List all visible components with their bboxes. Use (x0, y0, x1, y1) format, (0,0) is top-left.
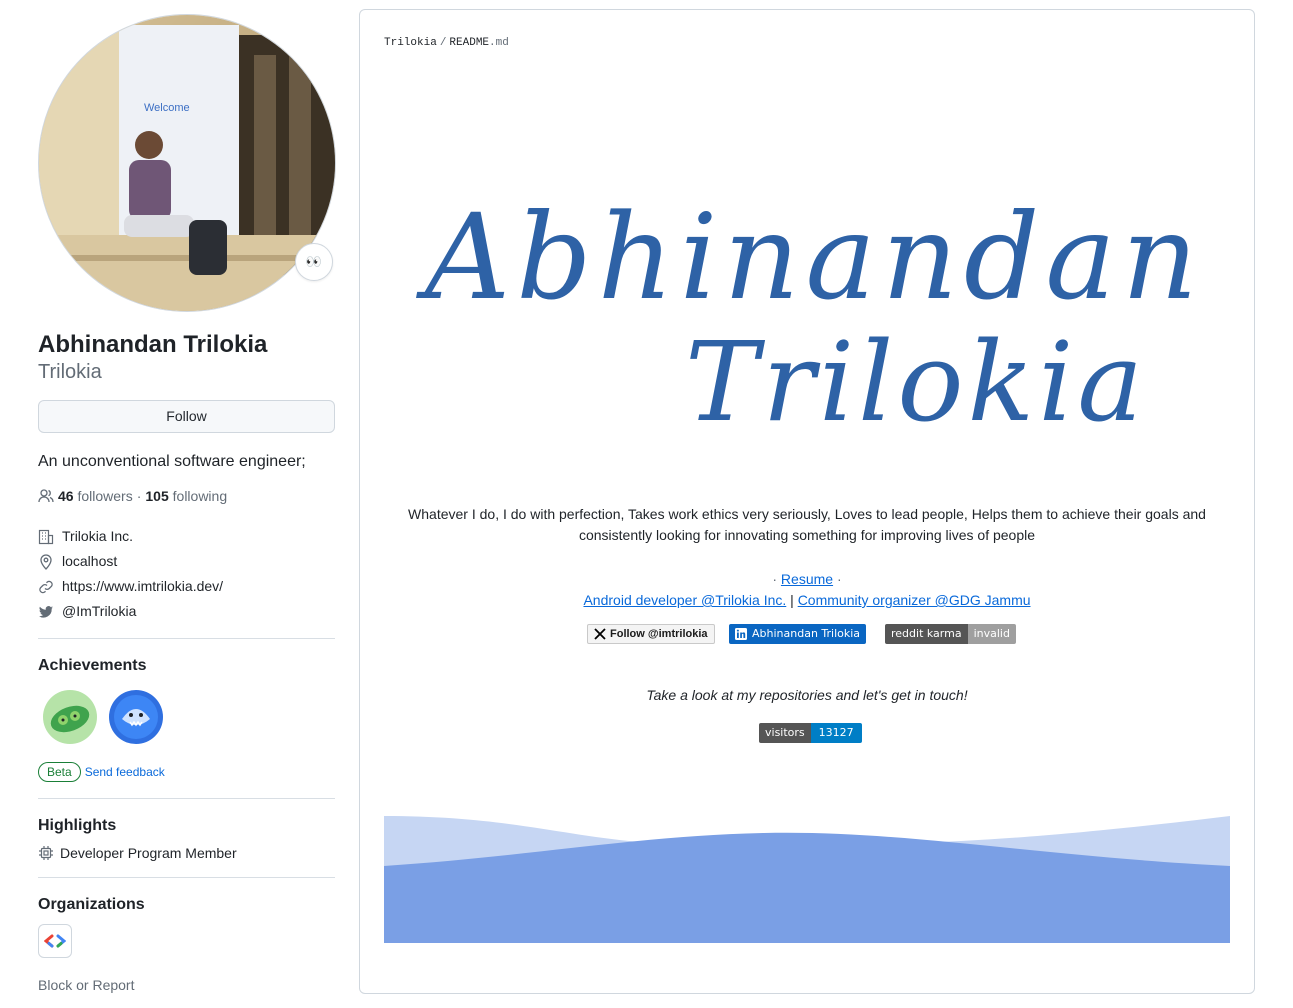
highlight-label: Developer Program Member (60, 845, 237, 861)
linkedin-icon (735, 628, 747, 640)
readme-owner-link[interactable]: Trilokia (384, 37, 437, 49)
beta-badge: Beta (38, 762, 81, 782)
x-follow-badge[interactable]: Follow @imtrilokia (587, 624, 715, 644)
send-feedback-link[interactable]: Send feedback (85, 765, 165, 779)
pair-extraordinaire-icon[interactable] (42, 689, 98, 745)
reddit-karma-badge[interactable]: reddit karma invalid (885, 624, 1016, 644)
waves-footer-image (384, 816, 1230, 943)
community-organizer-link[interactable]: Community organizer @GDG Jammu (798, 592, 1031, 608)
profile-fullname: Abhinandan Trilokia (38, 331, 268, 358)
achievements-list (42, 689, 336, 745)
beta-row: Beta Send feedback (38, 762, 336, 782)
twitter-item: @ImTrilokia (38, 599, 336, 624)
readme-file-name: README (449, 37, 490, 49)
highlights-title: Highlights (38, 817, 117, 834)
block-or-report-link[interactable]: Block or Report (38, 977, 336, 993)
location-icon (40, 553, 52, 570)
profile-sidebar: Welcome 👀 Abhinandan Trilokia Trilokia F… (38, 14, 336, 993)
gdg-logo[interactable] (38, 924, 72, 958)
website-link[interactable]: https://www.imtrilokia.dev/ (62, 574, 223, 599)
avatar-container: Welcome 👀 (38, 14, 336, 312)
pull-shark-icon[interactable] (108, 689, 164, 745)
divider (38, 877, 335, 878)
organization-icon (38, 529, 54, 544)
divider (38, 638, 335, 639)
signature-line-2: Trilokia (685, 318, 1147, 446)
roles-row: Android developer @Trilokia Inc. | Commu… (400, 590, 1214, 611)
signature-line-1: Abhinandan (416, 188, 1204, 326)
avatar[interactable]: Welcome (38, 14, 336, 312)
company-name: Trilokia Inc. (62, 528, 134, 544)
readme-tagline: Whatever I do, I do with perfection, Tak… (408, 506, 1206, 543)
company-item: Trilokia Inc. (38, 524, 336, 549)
signature-image: Abhinandan Trilokia (416, 188, 1204, 446)
location-text: localhost (62, 553, 118, 569)
twitter-icon (39, 605, 53, 618)
follow-button[interactable]: Follow (38, 400, 335, 433)
readme-card: Trilokia / README.md Abhinandan Trilokia W… (359, 9, 1255, 994)
readme-path: Trilokia / README.md (384, 37, 509, 49)
profile-bio: An unconventional software engineer; (38, 453, 306, 470)
follow-counts: 46 followers · 105 following (38, 488, 336, 504)
twitter-handle[interactable]: @ImTrilokia (62, 599, 136, 624)
android-developer-link[interactable]: Android developer @Trilokia Inc. (583, 592, 786, 608)
cpu-icon (39, 846, 53, 860)
followers-link[interactable]: 46 followers (58, 488, 133, 504)
website-item: https://www.imtrilokia.dev/ (38, 574, 336, 599)
people-icon (38, 489, 54, 503)
location-item: localhost (38, 549, 336, 574)
count-separator: · (136, 488, 142, 504)
linkedin-badge[interactable]: Abhinandan Trilokia (729, 624, 867, 644)
divider (38, 798, 335, 799)
readme-cta: Take a look at my repositories and let's… (646, 687, 968, 703)
following-link[interactable]: 105 following (145, 488, 227, 504)
resume-link[interactable]: Resume (781, 571, 833, 587)
readme-file-ext: .md (489, 37, 509, 49)
highlight-item: Developer Program Member (38, 845, 336, 861)
pipe-separator: | (786, 592, 798, 608)
status-emoji[interactable]: 👀 (295, 243, 333, 281)
svg-text:Welcome: Welcome (144, 102, 190, 114)
organizations-title: Organizations (38, 896, 145, 913)
profile-username: Trilokia (38, 361, 102, 383)
link-icon (39, 580, 53, 593)
visitors-badge: visitors 13127 (759, 723, 862, 743)
x-logo-icon (594, 628, 606, 640)
profile-details: Trilokia Inc. localhost https://www.imtr… (38, 524, 336, 624)
achievements-title: Achievements (38, 657, 147, 674)
path-separator: / (439, 37, 447, 49)
resume-row: · Resume · (772, 571, 842, 587)
